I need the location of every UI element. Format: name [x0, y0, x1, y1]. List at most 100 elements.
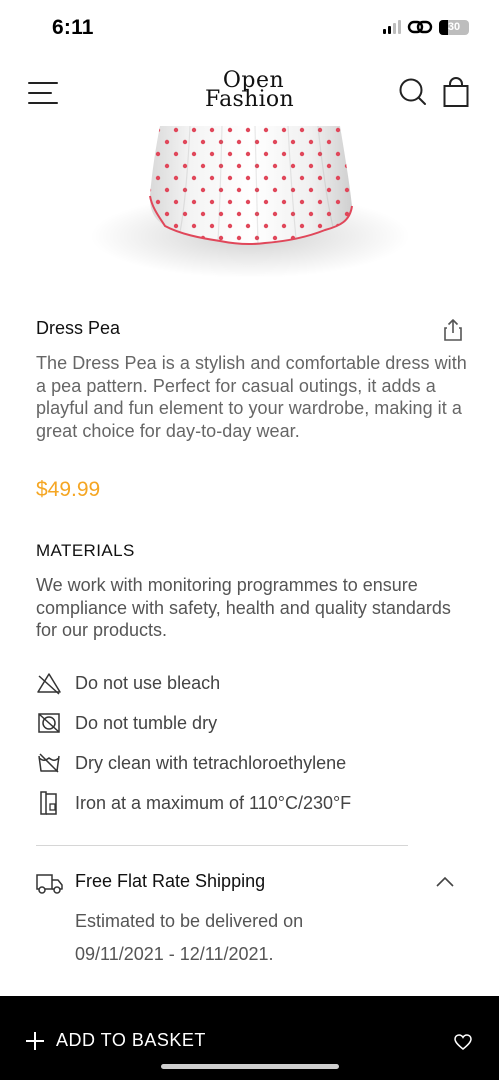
pea-dot: [209, 151, 215, 157]
pea-dot: [335, 199, 341, 205]
pea-dot: [317, 199, 323, 205]
pea-dot: [326, 163, 332, 169]
care-item-iron: Iron at a maximum of 110°C/230°F: [36, 783, 466, 823]
pea-dot: [227, 127, 233, 133]
pea-dot: [245, 175, 251, 181]
pea-dot: [155, 199, 161, 205]
care-item-no-tumble-dry: Do not tumble dry: [36, 703, 466, 743]
pea-dot: [272, 139, 278, 145]
pea-dot: [245, 223, 251, 229]
search-icon[interactable]: [398, 77, 428, 107]
shipping-estimate-dates: 09/11/2021 - 12/11/2021.: [75, 944, 274, 964]
pea-dot: [354, 152, 358, 156]
add-to-basket-button[interactable]: ADD TO BASKET: [26, 1030, 206, 1051]
battery-percent: 30: [447, 21, 461, 33]
product-title: Dress Pea: [36, 318, 121, 338]
pea-dot: [164, 163, 170, 169]
pea-dot: [308, 211, 314, 217]
care-label: Dry clean with tetrachloroethylene: [75, 752, 347, 773]
pea-dot: [209, 175, 215, 181]
care-item-no-bleach: Do not use bleach: [36, 663, 466, 703]
share-icon[interactable]: [442, 318, 464, 342]
pea-dot: [354, 128, 358, 132]
care-label: Do not use bleach: [75, 672, 221, 693]
logo-line-2: Fashion: [205, 87, 294, 112]
shopping-bag-icon[interactable]: [441, 76, 471, 108]
pea-dot: [344, 139, 350, 145]
pea-dot: [150, 187, 152, 193]
pea-dot: [236, 235, 242, 241]
pea-dot: [281, 223, 287, 229]
pea-dot: [182, 139, 188, 145]
product-description: The Dress Pea is a stylish and comfortab…: [36, 353, 467, 441]
shipping-estimate-line1: Estimated to be delivered on: [75, 911, 304, 931]
pea-dot: [308, 139, 314, 145]
pea-dot: [354, 176, 358, 180]
pea-dot: [191, 127, 197, 133]
chevron-up-icon[interactable]: [434, 874, 456, 890]
home-indicator: [161, 1064, 339, 1069]
dry-clean-icon: [38, 753, 60, 773]
status-time: 6:11: [52, 16, 94, 39]
pea-dot: [335, 127, 341, 133]
pea-dot: [173, 223, 179, 229]
care-instructions: Do not use bleach Do not tumble dry Dry …: [36, 663, 466, 823]
no-tumble-dry-icon: [38, 713, 60, 733]
pea-dot: [344, 163, 350, 169]
dress-illustration: [90, 126, 410, 278]
status-bar: 6:11 30: [0, 0, 499, 56]
pea-dot: [263, 151, 269, 157]
pea-dot: [272, 187, 278, 193]
pea-dot: [138, 152, 142, 156]
pea-dot: [281, 199, 287, 205]
pea-dot: [272, 211, 278, 217]
pea-dot: [245, 151, 251, 157]
care-label: Iron at a maximum of 110°C/230°F: [75, 792, 352, 813]
pea-dot: [227, 223, 233, 229]
link-icon: [407, 20, 433, 34]
product-image[interactable]: [0, 126, 499, 296]
pea-dot: [150, 163, 152, 169]
pea-dot: [236, 163, 242, 169]
shipping-title: Free Flat Rate Shipping: [75, 871, 266, 891]
pea-dot: [227, 175, 233, 181]
pea-dot: [236, 187, 242, 193]
pea-dot: [155, 127, 161, 133]
pea-dot: [200, 163, 206, 169]
pea-dot: [272, 163, 278, 169]
pea-dot: [317, 223, 323, 229]
brand-logo[interactable]: Open Fashion: [205, 70, 294, 112]
pea-dot: [173, 175, 179, 181]
pea-dot: [200, 187, 206, 193]
pea-dot: [138, 176, 142, 180]
care-item-dry-clean: Dry clean with tetrachloroethylene: [36, 743, 466, 783]
pea-dot: [209, 223, 215, 229]
pea-dot: [164, 139, 170, 145]
pea-dot: [182, 163, 188, 169]
care-label: Do not tumble dry: [75, 712, 218, 733]
product-price: $49.99: [36, 478, 101, 501]
pea-dot: [218, 187, 224, 193]
pea-dot: [164, 187, 170, 193]
materials-description: We work with monitoring programmes to en…: [36, 575, 451, 640]
menu-icon[interactable]: [28, 82, 58, 104]
pea-dot: [263, 127, 269, 133]
materials-heading: MATERIALS: [36, 541, 135, 560]
pea-dot: [344, 187, 350, 193]
pea-dot: [209, 127, 215, 133]
heart-icon[interactable]: [454, 1034, 472, 1050]
pea-dot: [335, 175, 341, 181]
pea-dot: [308, 163, 314, 169]
section-divider: [36, 845, 408, 846]
iron-icon: [40, 791, 57, 815]
pea-dot: [308, 187, 314, 193]
pea-dot: [299, 199, 305, 205]
pea-dot: [263, 175, 269, 181]
pea-dot: [164, 211, 170, 217]
pea-dot: [173, 127, 179, 133]
pea-dot: [227, 199, 233, 205]
pea-dot: [200, 139, 206, 145]
app-header: Open Fashion: [0, 62, 499, 122]
battery-icon: 30: [439, 19, 469, 35]
shipping-estimate: Estimated to be delivered on 09/11/2021 …: [75, 905, 435, 971]
